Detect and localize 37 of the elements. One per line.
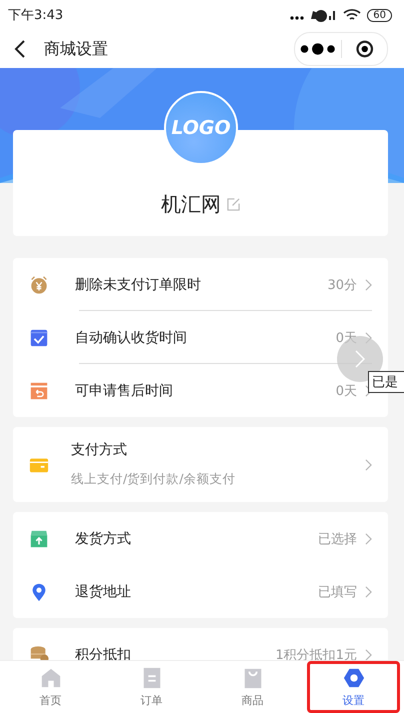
wifi-icon (343, 8, 362, 22)
setting-value: 30分 (327, 276, 357, 294)
setting-label[interactable]: 退货地址 (75, 582, 318, 600)
home-icon (40, 666, 62, 688)
tab-item[interactable]: 设置 (307, 661, 400, 713)
setting-value: 0天 (336, 330, 357, 346)
chevron-right-icon (365, 586, 372, 598)
tooltip: 已是 (368, 371, 404, 393)
setting-label[interactable]: 删除未支付订单限时 (75, 276, 328, 294)
setting-value: 已选择 (318, 530, 357, 548)
shop-name: 机汇网 (161, 191, 221, 218)
tab-item[interactable]: 首页 (4, 661, 97, 713)
box-upload-icon (29, 528, 49, 548)
tab-item[interactable]: 订单 (105, 661, 198, 713)
status-time: 下午3:43 (8, 7, 64, 24)
setting-value: 已填写 (318, 584, 357, 600)
settings-icon (342, 666, 364, 688)
setting-value: 0天 (336, 382, 357, 400)
signal-icon (289, 8, 338, 22)
chevron-right-icon (365, 458, 372, 470)
setting-label[interactable]: 发货方式 (75, 530, 318, 548)
page-title: 商城设置 (44, 38, 109, 60)
checkbox-icon (29, 328, 49, 348)
back-icon[interactable] (14, 40, 26, 58)
setting-label[interactable]: 支付方式 (71, 441, 365, 459)
return-box-icon (29, 380, 49, 400)
alarm-clock-icon (29, 274, 49, 294)
battery-level: 60 (367, 8, 392, 22)
chevron-right-icon (365, 532, 372, 544)
chevron-right-icon (365, 648, 372, 660)
chevron-right-icon (365, 278, 372, 290)
setting-label[interactable]: 可申请售后时间 (75, 382, 336, 400)
setting-description: 线上支付/货到付款/余额支付 (71, 471, 236, 488)
setting-label[interactable]: 自动确认收货时间 (75, 328, 336, 346)
tab-item[interactable]: 商品 (206, 661, 299, 713)
setting-value: 1积分抵扣1元 (275, 646, 357, 660)
chevron-right-icon (355, 350, 365, 368)
